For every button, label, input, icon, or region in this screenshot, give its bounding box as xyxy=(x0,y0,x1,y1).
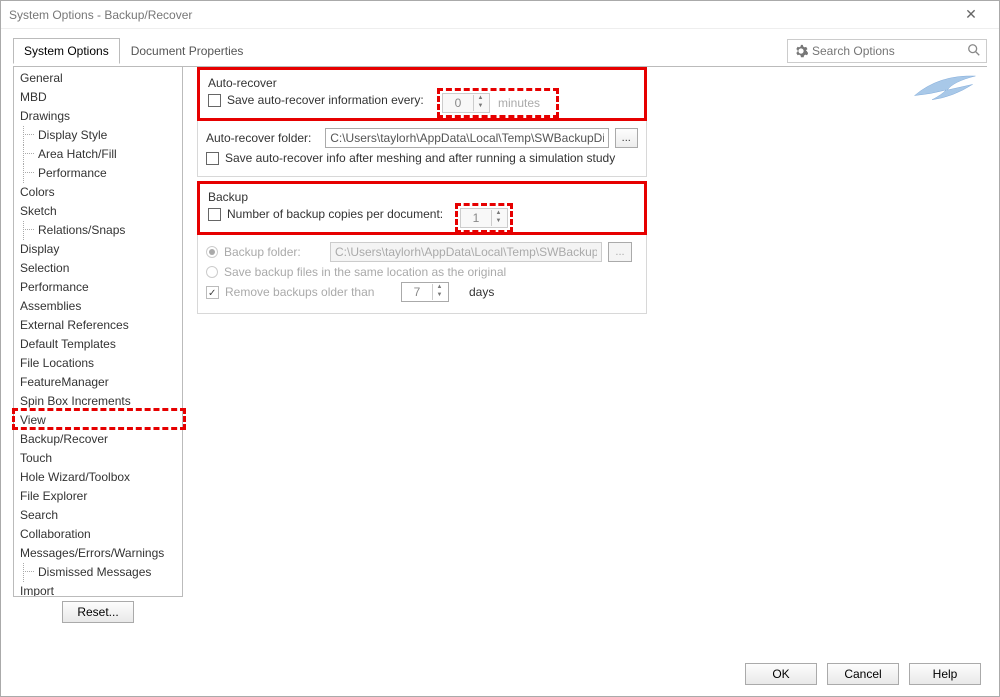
sidebar-item-general[interactable]: General xyxy=(14,69,182,88)
remove-backups-unit: days xyxy=(469,285,494,299)
sidebar-item-display-style[interactable]: Display Style xyxy=(14,126,182,145)
sidebar-item-file-explorer[interactable]: File Explorer xyxy=(14,487,182,506)
auto-recover-interval-value[interactable] xyxy=(443,96,473,110)
content-area: System Options Document Properties Gener… xyxy=(1,29,999,652)
backup-copies-label: Number of backup copies per document: xyxy=(227,207,443,221)
auto-recover-header: Auto-recover xyxy=(208,74,636,90)
auto-recover-mesh-checkbox[interactable] xyxy=(206,152,219,165)
sidebar-item-search[interactable]: Search xyxy=(14,506,182,525)
sidebar-item-area-hatch-fill[interactable]: Area Hatch/Fill xyxy=(14,145,182,164)
sidebar-item-sketch[interactable]: Sketch xyxy=(14,202,182,221)
sidebar-item-featuremanager[interactable]: FeatureManager xyxy=(14,373,182,392)
auto-recover-interval-spinner[interactable]: ▲▼ xyxy=(442,93,490,113)
backup-group-highlighted: Backup Number of backup copies per docum… xyxy=(197,181,647,235)
sidebar-item-view[interactable]: View xyxy=(14,411,182,430)
sidebar-item-import[interactable]: Import xyxy=(14,582,182,597)
sidebar-item-dismissed-messages[interactable]: Dismissed Messages xyxy=(14,563,182,582)
auto-recover-browse-button[interactable]: ... xyxy=(615,128,638,148)
save-auto-recover-checkbox[interactable] xyxy=(208,94,221,107)
tab-document-properties[interactable]: Document Properties xyxy=(120,38,255,64)
remove-backups-days-spinner[interactable]: ▲▼ xyxy=(401,282,449,302)
auto-recover-group-body: Auto-recover folder: ... Save auto-recov… xyxy=(197,121,647,177)
help-button[interactable]: Help xyxy=(909,663,981,685)
search-input[interactable] xyxy=(812,44,967,58)
sidebar-item-performance[interactable]: Performance xyxy=(14,278,182,297)
main-panel: GeneralMBDDrawingsDisplay StyleArea Hatc… xyxy=(13,66,987,652)
auto-recover-folder-input[interactable] xyxy=(325,128,608,148)
search-icon[interactable] xyxy=(967,43,981,60)
options-tree[interactable]: GeneralMBDDrawingsDisplay StyleArea Hatc… xyxy=(13,67,183,597)
backup-copies-spinner[interactable]: ▲▼ xyxy=(460,208,508,228)
auto-recover-folder-label: Auto-recover folder: xyxy=(206,131,319,145)
system-options-window: System Options - Backup/Recover ✕ System… xyxy=(0,0,1000,697)
sidebar-item-hole-wizard-toolbox[interactable]: Hole Wizard/Toolbox xyxy=(14,468,182,487)
backup-same-location-label: Save backup files in the same location a… xyxy=(224,265,506,279)
search-options-box[interactable] xyxy=(787,39,987,63)
auto-recover-unit: minutes xyxy=(498,96,554,110)
remove-backups-days-value[interactable] xyxy=(402,285,432,299)
backup-copies-value[interactable] xyxy=(461,211,491,225)
tab-system-options[interactable]: System Options xyxy=(13,38,120,64)
sidebar-item-colors[interactable]: Colors xyxy=(14,183,182,202)
sidebar-item-selection[interactable]: Selection xyxy=(14,259,182,278)
sidebar-item-mbd[interactable]: MBD xyxy=(14,88,182,107)
backup-copies-highlight: ▲▼ xyxy=(455,203,513,233)
app-logo-icon xyxy=(911,69,981,111)
settings-panel: Auto-recover Save auto-recover informati… xyxy=(183,67,987,652)
titlebar: System Options - Backup/Recover ✕ xyxy=(1,1,999,29)
ok-button[interactable]: OK xyxy=(745,663,817,685)
close-icon[interactable]: ✕ xyxy=(951,6,991,23)
sidebar-item-messages-errors-warnings[interactable]: Messages/Errors/Warnings xyxy=(14,544,182,563)
sidebar-item-backup-recover[interactable]: Backup/Recover xyxy=(14,430,182,449)
sidebar-item-default-templates[interactable]: Default Templates xyxy=(14,335,182,354)
sidebar-item-collaboration[interactable]: Collaboration xyxy=(14,525,182,544)
auto-recover-interval-highlight: ▲▼ minutes xyxy=(437,88,559,118)
sidebar-item-file-locations[interactable]: File Locations xyxy=(14,354,182,373)
gear-icon xyxy=(794,44,808,58)
sidebar-item-external-references[interactable]: External References xyxy=(14,316,182,335)
dialog-button-bar: OK Cancel Help xyxy=(1,652,999,696)
save-auto-recover-label: Save auto-recover information every: xyxy=(227,93,424,107)
auto-recover-mesh-label: Save auto-recover info after meshing and… xyxy=(225,151,615,165)
cancel-button[interactable]: Cancel xyxy=(827,663,899,685)
remove-backups-label: Remove backups older than xyxy=(225,285,395,299)
sidebar-item-drawings[interactable]: Drawings xyxy=(14,107,182,126)
sidebar-item-touch[interactable]: Touch xyxy=(14,449,182,468)
sidebar-item-performance[interactable]: Performance xyxy=(14,164,182,183)
tabs-row: System Options Document Properties xyxy=(13,37,987,65)
backup-header: Backup xyxy=(208,188,636,204)
backup-same-location-radio[interactable] xyxy=(206,266,218,278)
sidebar-item-spin-box-increments[interactable]: Spin Box Increments xyxy=(14,392,182,411)
backup-browse-button[interactable]: ... xyxy=(608,242,632,262)
backup-folder-input[interactable] xyxy=(330,242,602,262)
auto-recover-group-highlighted: Auto-recover Save auto-recover informati… xyxy=(197,67,647,121)
reset-button[interactable]: Reset... xyxy=(62,601,134,623)
sidebar-item-assemblies[interactable]: Assemblies xyxy=(14,297,182,316)
backup-folder-label: Backup folder: xyxy=(224,245,324,259)
backup-group-body: Backup folder: ... Save backup files in … xyxy=(197,235,647,314)
sidebar-item-display[interactable]: Display xyxy=(14,240,182,259)
backup-folder-radio[interactable] xyxy=(206,246,218,258)
remove-backups-checkbox[interactable] xyxy=(206,286,219,299)
sidebar-item-relations-snaps[interactable]: Relations/Snaps xyxy=(14,221,182,240)
backup-copies-checkbox[interactable] xyxy=(208,208,221,221)
window-title: System Options - Backup/Recover xyxy=(9,8,951,22)
